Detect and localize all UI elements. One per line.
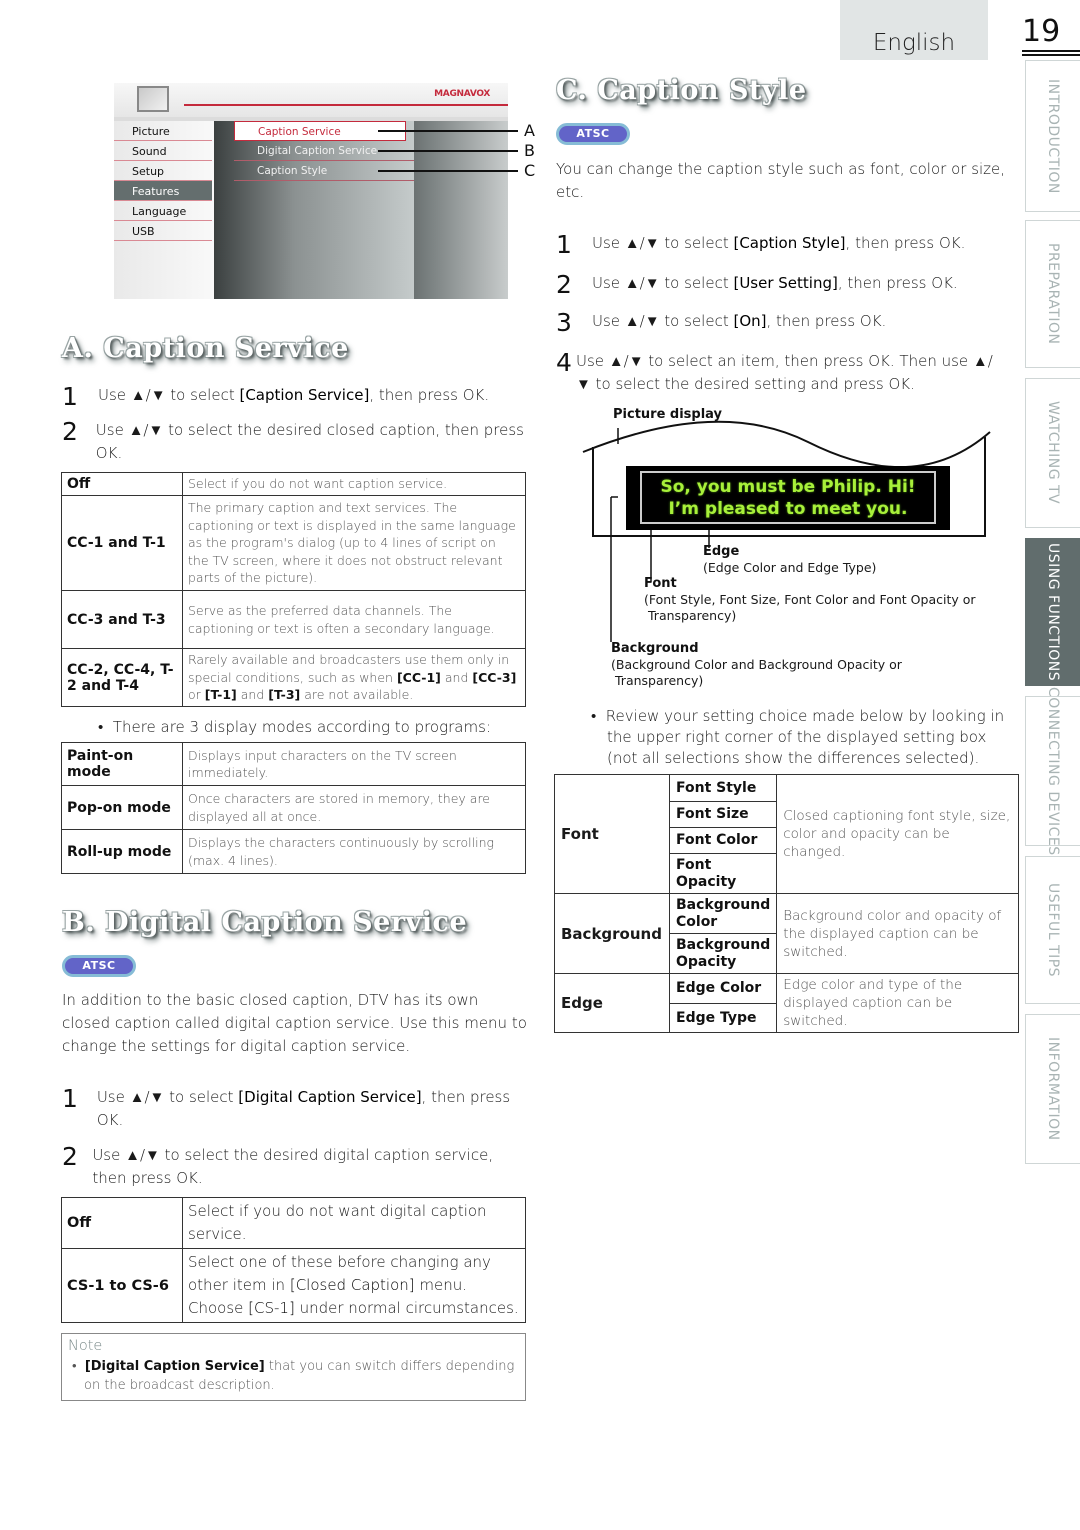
- section-b-step-2: 2 Use ▲/▼ to select the desired digital …: [62, 1142, 494, 1188]
- section-c-intro: You can change the caption style such as…: [556, 160, 1006, 201]
- caption-line: I’m pleased to meet you.: [668, 498, 908, 519]
- table-row: Off Select if you do not want digital cap…: [61, 1197, 526, 1249]
- atsc-badge: ATSC: [556, 123, 630, 145]
- table-row: Roll-up mode Displays the characters cont…: [61, 829, 526, 874]
- section-b-intro: In addition to the basic closed caption,…: [62, 991, 527, 1055]
- language-label: English: [872, 30, 956, 56]
- note-heading: Note: [68, 1338, 103, 1354]
- table-row: Edge Edge Color Edge color and type of t…: [554, 972, 1019, 1033]
- background-label: Background: [611, 641, 699, 656]
- modes-bullet: • There are 3 display modes according to…: [98, 718, 491, 736]
- callout-line-b: [378, 150, 518, 152]
- callout-line-a: [378, 130, 518, 132]
- tv-menu-values: [414, 121, 508, 299]
- section-c-step-2: 2 Use ▲/▼ to select [User Setting], then…: [556, 270, 958, 299]
- section-b-title: B. Digital Caption Service: [62, 907, 468, 938]
- font-label: Font: [644, 576, 677, 591]
- background-desc: Transparency): [615, 673, 704, 688]
- table-row: Background Background Color Background c…: [554, 893, 1019, 974]
- display-modes-table: Paint-on mode Displays input characters o…: [61, 742, 526, 874]
- side-tab-useful-tips[interactable]: USEFUL TIPS: [1025, 856, 1080, 1004]
- table-row: Font Font Style Closed captioning font s…: [554, 774, 1019, 894]
- note-box: Note • [Digital Caption Service] that yo…: [61, 1333, 526, 1401]
- menu-item-usb[interactable]: USB: [114, 221, 212, 241]
- note-bullet: • [Digital Caption Service] that you can…: [72, 1359, 515, 1393]
- tv-menu-subitems: Caption Service Digital Caption Service …: [214, 121, 414, 299]
- side-tab-using-functions[interactable]: USING FUNCTIONS: [1025, 538, 1080, 686]
- section-a-step-1: 1 Use ▲/▼ to select [Caption Service], t…: [62, 382, 490, 411]
- caption-line: So, you must be Philip. Hi!: [660, 476, 916, 497]
- caption-style-diagram: Picture display So, you must be Philip. …: [578, 402, 1018, 692]
- page-number: 19: [1022, 14, 1061, 49]
- edge-desc: (Edge Color and Edge Type): [703, 560, 877, 575]
- callout-c: C: [524, 161, 536, 180]
- atsc-badge: ATSC: [62, 955, 136, 977]
- table-row: CC-2, CC-4, T-2 and T-4 Rarely available…: [61, 648, 526, 707]
- digital-caption-table: Off Select if you do not want digital cap…: [61, 1197, 526, 1323]
- section-c-step-4: 4 Use ▲/▼ to select an item, then press …: [556, 348, 993, 394]
- table-row: Pop-on mode Once characters are stored in…: [61, 785, 526, 830]
- tv-icon: [137, 86, 169, 112]
- section-a-title: A. Caption Service: [62, 333, 349, 364]
- callout-a: A: [524, 121, 535, 140]
- table-row: Off Select if you do not want caption ser…: [61, 472, 526, 496]
- caption-service-table: Off Select if you do not want caption ser…: [61, 472, 526, 707]
- font-desc: Transparency): [648, 608, 737, 623]
- side-tab-preparation[interactable]: PREPARATION: [1025, 220, 1080, 368]
- menu-item-picture[interactable]: Picture: [114, 121, 212, 141]
- callout-b: B: [524, 141, 535, 160]
- menu-item-features[interactable]: Features: [114, 181, 212, 201]
- caption-background-box: So, you must be Philip. Hi! I’m pleased …: [626, 466, 950, 530]
- font-desc: (Font Style, Font Size, Font Color and F…: [644, 592, 976, 607]
- menu-item-setup[interactable]: Setup: [114, 161, 212, 181]
- picture-display-label: Picture display: [613, 407, 723, 422]
- side-tab-information[interactable]: INFORMATION: [1025, 1014, 1080, 1164]
- side-tab-watching-tv[interactable]: WATCHING TV: [1025, 378, 1080, 528]
- divider: [184, 104, 508, 106]
- side-tab-introduction[interactable]: INTRODUCTION: [1025, 60, 1080, 212]
- section-b-step-1: 1 Use ▲/▼ to select [Digital Caption Ser…: [62, 1084, 511, 1130]
- background-desc: (Background Color and Background Opacity…: [611, 657, 902, 672]
- table-row: CC-1 and T-1 The primary caption and text…: [61, 495, 526, 591]
- brand-logo: MAGNAVOX: [434, 89, 490, 99]
- tv-menu-screenshot: MAGNAVOX Picture Sound Setup Features La…: [114, 83, 508, 299]
- section-a-step-2: 2 Use ▲/▼ to select the desired closed c…: [62, 417, 524, 463]
- section-c-step-1: 1 Use ▲/▼ to select [Caption Style], the…: [556, 230, 966, 259]
- tv-menu-header: MAGNAVOX: [114, 83, 508, 117]
- section-c-step-3: 3 Use ▲/▼ to select [On], then press OK.: [556, 308, 887, 337]
- side-tab-connecting-devices[interactable]: CONNECTING DEVICES: [1025, 687, 1080, 855]
- caption-style-table: Font Font Style Closed captioning font s…: [554, 774, 1019, 1033]
- table-row: Paint-on mode Displays input characters o…: [61, 742, 526, 786]
- table-row: CS-1 to CS-6 Select one of these before …: [61, 1248, 526, 1323]
- menu-item-language[interactable]: Language: [114, 201, 212, 221]
- tv-menu-categories: Picture Sound Setup Features Language US…: [114, 121, 214, 299]
- section-c-title: C. Caption Style: [556, 75, 807, 106]
- callout-line-c: [378, 170, 518, 172]
- review-bullet: • Review your setting choice made below …: [591, 707, 1005, 767]
- table-row: CC-3 and T-3 Serve as the preferred data …: [61, 590, 526, 649]
- caption-font-box: So, you must be Philip. Hi! I’m pleased …: [640, 471, 936, 524]
- edge-label: Edge: [703, 544, 740, 559]
- page-number-rule: [1022, 50, 1080, 56]
- language-tab: English: [840, 0, 988, 60]
- menu-item-sound[interactable]: Sound: [114, 141, 212, 161]
